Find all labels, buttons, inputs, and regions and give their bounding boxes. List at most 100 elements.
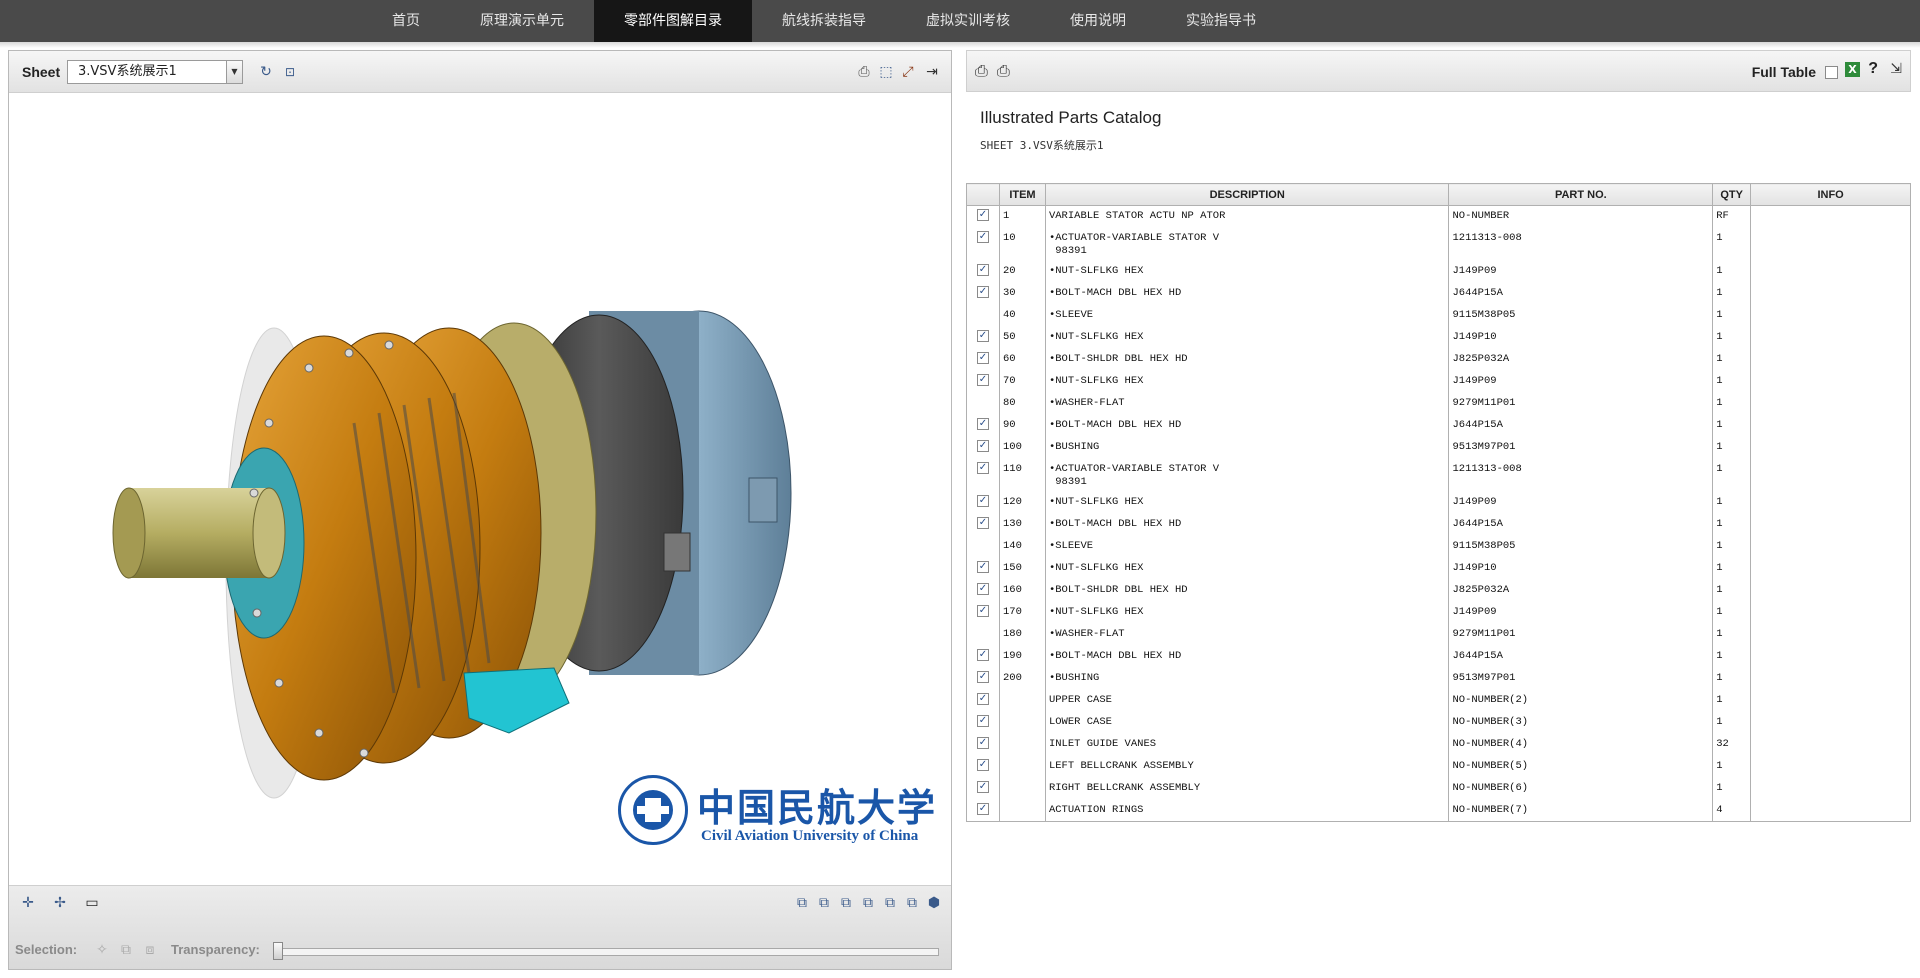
help-icon[interactable]: ? <box>1868 60 1878 78</box>
print-view-icon[interactable]: ⎙ <box>855 63 873 81</box>
table-row[interactable]: ✓ UPPER CASE NO-NUMBER(2) 1 <box>966 689 1911 712</box>
view-iso-icon[interactable]: ⬢ <box>925 894 943 912</box>
col-item-header[interactable]: ITEM <box>998 183 1046 206</box>
full-table-checkbox[interactable] <box>1825 66 1838 79</box>
table-row[interactable]: ✓ 50 •NUT-SLFLKG HEX J149P10 1 <box>966 326 1911 349</box>
model-viewport[interactable]: 中国民航大学 Civil Aviation University of Chin… <box>9 93 951 885</box>
col-partno-header[interactable]: PART NO. <box>1448 183 1714 206</box>
nav-item[interactable]: 原理演示单元 <box>450 0 594 42</box>
row-checkbox[interactable]: ✓ <box>976 692 989 705</box>
nav-item[interactable]: 航线拆装指导 <box>752 0 896 42</box>
nav-item[interactable]: 虚拟实训考核 <box>896 0 1040 42</box>
row-checkbox[interactable]: ✓ <box>976 417 989 430</box>
table-row[interactable]: ✓ 170 •NUT-SLFLKG HEX J149P09 1 <box>966 601 1911 624</box>
table-row[interactable]: 40 •SLEEVE 9115M38P05 1 <box>966 304 1911 327</box>
row-checkbox[interactable]: ✓ <box>976 758 989 771</box>
row-checkbox[interactable]: ✓ <box>976 461 989 474</box>
nav-item[interactable]: 零部件图解目录 <box>594 0 752 42</box>
table-row[interactable]: ✓ 1 VARIABLE STATOR ACTU NP ATOR NO-NUMBER R… <box>966 205 1911 228</box>
view-top-icon[interactable]: ⧉ <box>881 894 899 912</box>
row-checkbox[interactable]: ✓ <box>976 516 989 529</box>
row-checkbox[interactable]: ✓ <box>976 736 989 749</box>
popout-icon[interactable]: ⇲ <box>1890 61 1902 77</box>
pan-tool-icon[interactable]: ✛ <box>19 894 37 912</box>
nav-item[interactable]: 实验指导书 <box>1156 0 1286 42</box>
col-qty-header[interactable]: QTY <box>1712 183 1752 206</box>
table-row[interactable]: ✓ 120 •NUT-SLFLKG HEX J149P09 1 <box>966 491 1911 514</box>
table-row[interactable]: ✓ RIGHT BELLCRANK ASSEMBLY NO-NUMBER(6) 1 <box>966 777 1911 800</box>
table-row[interactable]: 180 •WASHER-FLAT 9279M11P01 1 <box>966 623 1911 646</box>
zoom-window-icon[interactable]: ▭ <box>83 894 101 912</box>
table-row[interactable]: ✓ INLET GUIDE VANES NO-NUMBER(4) 32 <box>966 733 1911 756</box>
table-row[interactable]: ✓ 160 •BOLT-SHLDR DBL HEX HD J825P032A 1 <box>966 579 1911 602</box>
col-info-header[interactable]: INFO <box>1750 183 1911 206</box>
row-checkbox[interactable]: ✓ <box>976 648 989 661</box>
explode-icon[interactable]: ⤢ <box>899 63 917 81</box>
rotate-tool-icon[interactable]: ✢ <box>51 894 69 912</box>
transparency-slider-track[interactable] <box>275 948 939 956</box>
table-row[interactable]: ✓ 10 •ACTUATOR-VARIABLE STATOR V 98391 1211… <box>966 227 1911 261</box>
row-checkbox[interactable]: ✓ <box>976 351 989 364</box>
view-bottom-icon[interactable]: ⧉ <box>903 894 921 912</box>
row-checkbox[interactable]: ✓ <box>976 560 989 573</box>
table-row[interactable]: 140 •SLEEVE 9115M38P05 1 <box>966 535 1911 558</box>
print-icon[interactable]: ⎙ <box>975 61 988 81</box>
view-left-icon[interactable]: ⧉ <box>837 894 855 912</box>
table-row[interactable]: 80 •WASHER-FLAT 9279M11P01 1 <box>966 392 1911 415</box>
row-checkbox[interactable]: ✓ <box>976 285 989 298</box>
row-checkbox[interactable]: ✓ <box>976 714 989 727</box>
view-right-icon[interactable]: ⧉ <box>859 894 877 912</box>
row-checkbox[interactable]: ✓ <box>976 329 989 342</box>
qty-cell: 1 <box>1712 370 1752 393</box>
view-back-icon[interactable]: ⧉ <box>815 894 833 912</box>
table-row[interactable]: ✓ 110 •ACTUATOR-VARIABLE STATOR V 98391 121… <box>966 458 1911 492</box>
row-checkbox[interactable]: ✓ <box>976 582 989 595</box>
select-part-icon[interactable]: ✧ <box>93 941 111 959</box>
description-cell: VARIABLE STATOR ACTU NP ATOR <box>1044 205 1450 228</box>
excel-export-icon[interactable]: X <box>1845 62 1860 77</box>
row-checkbox[interactable]: ✓ <box>976 439 989 452</box>
table-row[interactable]: ✓ LOWER CASE NO-NUMBER(3) 1 <box>966 711 1911 734</box>
select-tool-icon[interactable]: ⬚ <box>877 63 895 81</box>
refresh-icon[interactable]: ↻ <box>257 63 275 81</box>
table-row[interactable]: ✓ 150 •NUT-SLFLKG HEX J149P10 1 <box>966 557 1911 580</box>
part-number-cell: J644P15A <box>1448 645 1714 668</box>
sheet-select[interactable]: 3.VSV系统展示1 ▼ <box>67 60 243 84</box>
row-checkbox[interactable]: ✓ <box>976 604 989 617</box>
row-checkbox-cell <box>966 535 1000 558</box>
description-text: •BOLT-MACH DBL HEX HD <box>1048 418 1182 431</box>
zoom-fit-icon[interactable]: ⊡ <box>281 63 299 81</box>
table-row[interactable]: ✓ 200 •BUSHING 9513M97P01 1 <box>966 667 1911 690</box>
transparency-slider-thumb[interactable] <box>273 942 283 960</box>
table-row[interactable]: ✓ 130 •BOLT-MACH DBL HEX HD J644P15A 1 <box>966 513 1911 536</box>
row-checkbox[interactable]: ✓ <box>976 263 989 276</box>
row-checkbox[interactable]: ✓ <box>976 670 989 683</box>
nav-item[interactable]: 首页 <box>362 0 450 42</box>
table-row[interactable]: ✓ 20 •NUT-SLFLKG HEX J149P09 1 <box>966 260 1911 283</box>
isolate-part-icon[interactable]: ⧈ <box>141 941 159 959</box>
hide-part-icon[interactable]: ⧉ <box>117 941 135 959</box>
chevron-down-icon[interactable]: ▼ <box>226 61 242 83</box>
table-row[interactable]: ✓ 60 •BOLT-SHLDR DBL HEX HD J825P032A 1 <box>966 348 1911 371</box>
table-row[interactable]: ✓ 70 •NUT-SLFLKG HEX J149P09 1 <box>966 370 1911 393</box>
nav-item[interactable]: 使用说明 <box>1040 0 1156 42</box>
fullscreen-icon[interactable]: ⇥ <box>923 63 941 81</box>
table-row[interactable]: ✓ 100 •BUSHING 9513M97P01 1 <box>966 436 1911 459</box>
info-cell <box>1750 304 1911 327</box>
item-cell <box>998 755 1046 778</box>
col-description-header[interactable]: DESCRIPTION <box>1044 183 1450 206</box>
table-row[interactable]: ✓ 90 •BOLT-MACH DBL HEX HD J644P15A 1 <box>966 414 1911 437</box>
row-checkbox[interactable]: ✓ <box>976 780 989 793</box>
table-row[interactable]: ✓ ACTUATION RINGS NO-NUMBER(7) 4 <box>966 799 1911 822</box>
print-all-icon[interactable]: ⎙ <box>997 61 1010 81</box>
row-checkbox[interactable]: ✓ <box>976 373 989 386</box>
view-front-icon[interactable]: ⧉ <box>793 894 811 912</box>
row-checkbox[interactable]: ✓ <box>976 802 989 815</box>
row-checkbox[interactable]: ✓ <box>976 494 989 507</box>
table-row[interactable]: ✓ LEFT BELLCRANK ASSEMBLY NO-NUMBER(5) 1 <box>966 755 1911 778</box>
table-row[interactable]: ✓ 30 •BOLT-MACH DBL HEX HD J644P15A 1 <box>966 282 1911 305</box>
row-checkbox[interactable]: ✓ <box>976 230 989 243</box>
table-row[interactable]: ✓ 190 •BOLT-MACH DBL HEX HD J644P15A 1 <box>966 645 1911 668</box>
info-cell <box>1750 755 1911 778</box>
row-checkbox[interactable]: ✓ <box>976 209 989 221</box>
